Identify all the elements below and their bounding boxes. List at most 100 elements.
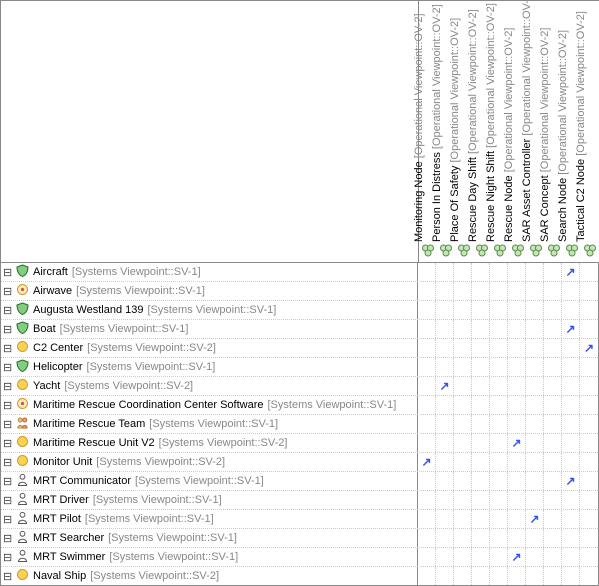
matrix-cell[interactable] [508, 339, 526, 357]
table-row[interactable]: ⊟MRT Swimmer [Systems Viewpoint::SV-1]↗ [1, 548, 598, 567]
matrix-cell[interactable] [436, 434, 454, 452]
row-header[interactable]: ⊟Maritime Rescue Team [Systems Viewpoint… [1, 415, 418, 433]
matrix-cell[interactable] [472, 282, 490, 300]
matrix-cell[interactable] [454, 263, 472, 281]
row-header[interactable]: ⊟C2 Center [Systems Viewpoint::SV-2] [1, 339, 418, 357]
table-row[interactable]: ⊟Maritime Rescue Coordination Center Sof… [1, 396, 598, 415]
matrix-cell[interactable] [454, 472, 472, 490]
matrix-cell[interactable] [490, 529, 508, 547]
collapse-icon[interactable]: ⊟ [3, 266, 12, 279]
matrix-cell[interactable] [544, 434, 562, 452]
collapse-icon[interactable]: ⊟ [3, 304, 12, 317]
matrix-cell[interactable] [418, 301, 436, 319]
matrix-cell[interactable] [508, 415, 526, 433]
matrix-cell[interactable] [490, 434, 508, 452]
matrix-cell[interactable] [580, 415, 598, 433]
matrix-cell[interactable] [580, 434, 598, 452]
column-header[interactable]: Tactical C2 Node [Operational Viewpoint:… [581, 1, 599, 262]
collapse-icon[interactable]: ⊟ [3, 513, 12, 526]
table-row[interactable]: ⊟Helicopter [Systems Viewpoint::SV-1] [1, 358, 598, 377]
matrix-cell[interactable] [544, 396, 562, 414]
matrix-cell[interactable] [472, 396, 490, 414]
collapse-icon[interactable]: ⊟ [3, 380, 12, 393]
matrix-cell[interactable] [508, 510, 526, 528]
matrix-cell[interactable] [472, 415, 490, 433]
matrix-cell[interactable] [436, 263, 454, 281]
row-header[interactable]: ⊟Yacht [Systems Viewpoint::SV-2] [1, 377, 418, 395]
row-header[interactable]: ⊟Maritime Rescue Unit V2 [Systems Viewpo… [1, 434, 418, 452]
matrix-cell[interactable] [562, 510, 580, 528]
matrix-cell[interactable] [562, 453, 580, 471]
matrix-cell[interactable] [472, 472, 490, 490]
matrix-cell[interactable] [580, 510, 598, 528]
table-row[interactable]: ⊟MRT Searcher [Systems Viewpoint::SV-1] [1, 529, 598, 548]
row-header[interactable]: ⊟Maritime Rescue Coordination Center Sof… [1, 396, 418, 414]
table-row[interactable]: ⊟Maritime Rescue Unit V2 [Systems Viewpo… [1, 434, 598, 453]
collapse-icon[interactable]: ⊟ [3, 437, 12, 450]
matrix-cell[interactable] [454, 453, 472, 471]
matrix-cell[interactable] [562, 339, 580, 357]
row-header[interactable]: ⊟MRT Searcher [Systems Viewpoint::SV-1] [1, 529, 418, 547]
matrix-cell[interactable] [580, 567, 598, 585]
matrix-cell[interactable] [490, 339, 508, 357]
matrix-cell[interactable] [544, 339, 562, 357]
matrix-cell[interactable] [436, 320, 454, 338]
matrix-cell[interactable] [454, 339, 472, 357]
matrix-cell[interactable] [454, 529, 472, 547]
matrix-cell[interactable] [490, 491, 508, 509]
matrix-cell[interactable] [418, 567, 436, 585]
matrix-cell[interactable] [580, 263, 598, 281]
collapse-icon[interactable]: ⊟ [3, 418, 12, 431]
table-row[interactable]: ⊟Naval Ship [Systems Viewpoint::SV-2] [1, 567, 598, 585]
matrix-cell[interactable] [472, 320, 490, 338]
matrix-cell[interactable] [580, 529, 598, 547]
row-header[interactable]: ⊟MRT Driver [Systems Viewpoint::SV-1] [1, 491, 418, 509]
matrix-cell[interactable] [562, 301, 580, 319]
matrix-cell[interactable] [418, 491, 436, 509]
matrix-cell[interactable] [526, 339, 544, 357]
matrix-cell[interactable] [544, 453, 562, 471]
matrix-cell[interactable] [490, 510, 508, 528]
collapse-icon[interactable]: ⊟ [3, 456, 12, 469]
matrix-cell[interactable] [562, 377, 580, 395]
matrix-cell[interactable] [490, 282, 508, 300]
matrix-cell[interactable] [454, 358, 472, 376]
table-row[interactable]: ⊟Yacht [Systems Viewpoint::SV-2]↗ [1, 377, 598, 396]
matrix-cell[interactable] [454, 377, 472, 395]
matrix-cell[interactable] [454, 301, 472, 319]
matrix-cell[interactable] [472, 339, 490, 357]
row-header[interactable]: ⊟MRT Pilot [Systems Viewpoint::SV-1] [1, 510, 418, 528]
matrix-cell[interactable] [580, 358, 598, 376]
matrix-cell[interactable] [490, 548, 508, 566]
matrix-cell[interactable] [508, 358, 526, 376]
matrix-cell[interactable] [472, 434, 490, 452]
row-header[interactable]: ⊟Helicopter [Systems Viewpoint::SV-1] [1, 358, 418, 376]
matrix-cell[interactable] [436, 396, 454, 414]
matrix-cell[interactable] [436, 472, 454, 490]
matrix-cell[interactable] [472, 567, 490, 585]
matrix-cell[interactable] [508, 320, 526, 338]
matrix-cell[interactable] [418, 320, 436, 338]
matrix-cell[interactable] [418, 339, 436, 357]
matrix-cell[interactable] [526, 415, 544, 433]
matrix-cell[interactable] [526, 358, 544, 376]
matrix-cell[interactable] [526, 320, 544, 338]
matrix-cell[interactable] [526, 434, 544, 452]
matrix-cell[interactable] [562, 358, 580, 376]
matrix-cell[interactable] [580, 396, 598, 414]
matrix-cell[interactable] [490, 377, 508, 395]
matrix-cell[interactable] [490, 415, 508, 433]
matrix-cell[interactable] [436, 491, 454, 509]
matrix-cell[interactable] [580, 548, 598, 566]
collapse-icon[interactable]: ⊟ [3, 494, 12, 507]
matrix-cell[interactable] [562, 567, 580, 585]
matrix-cell[interactable] [436, 548, 454, 566]
matrix-cell[interactable] [562, 434, 580, 452]
matrix-cell[interactable] [526, 491, 544, 509]
matrix-cell[interactable] [526, 548, 544, 566]
matrix-cell[interactable] [418, 396, 436, 414]
matrix-cell[interactable] [544, 567, 562, 585]
matrix-cell[interactable] [418, 510, 436, 528]
matrix-cell[interactable] [436, 301, 454, 319]
matrix-cell[interactable]: ↗ [562, 263, 580, 281]
